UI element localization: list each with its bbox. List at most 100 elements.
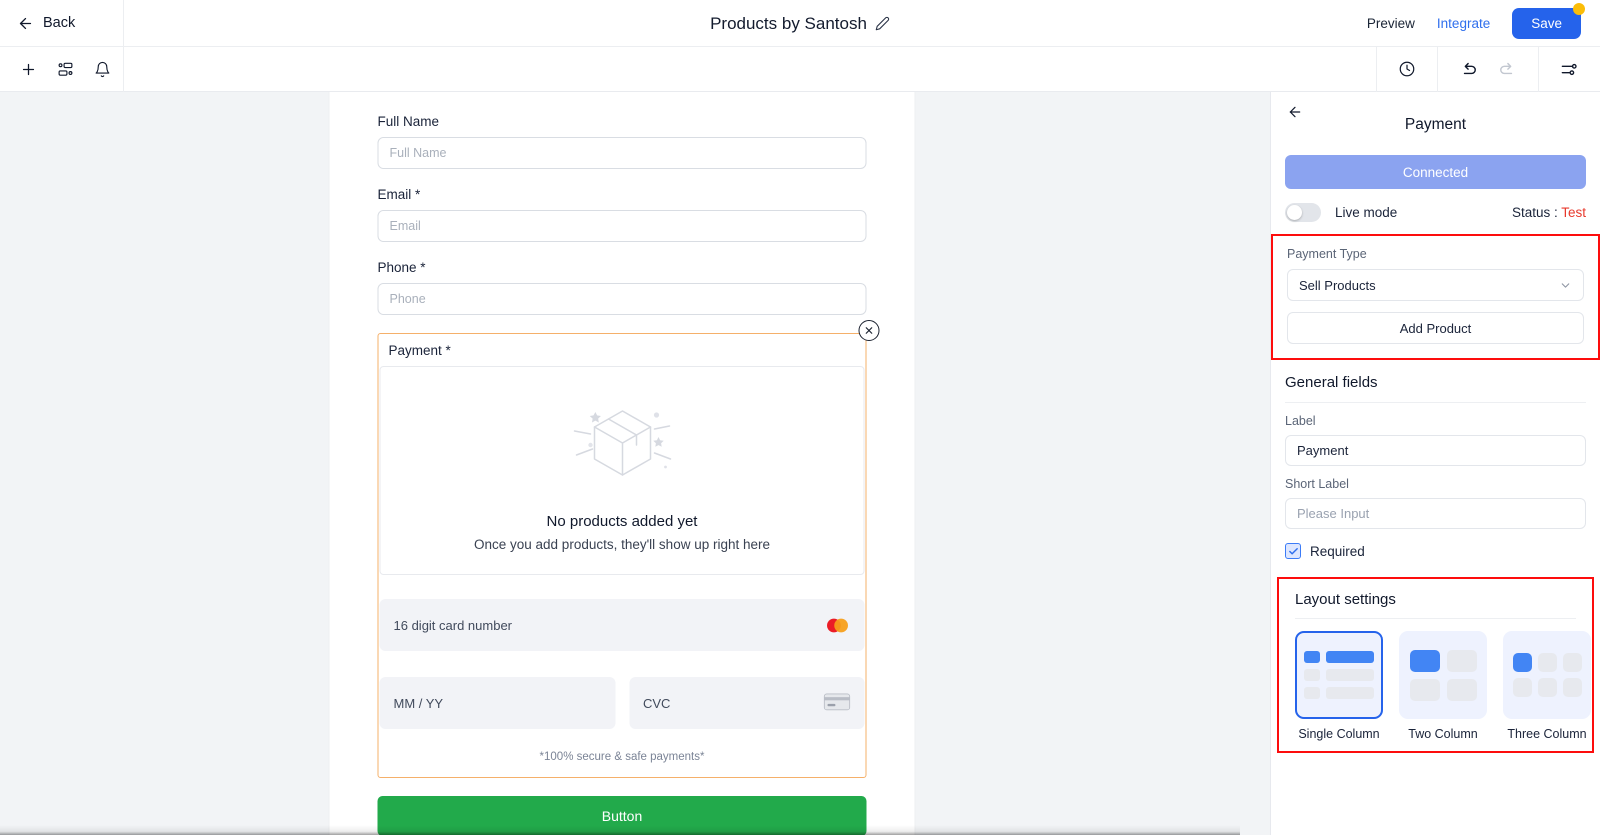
phone-input[interactable] (378, 283, 867, 315)
form-preview-card: Full Name Email * Phone * (330, 92, 915, 835)
live-mode-row: Live mode Status : Test (1271, 189, 1600, 234)
preview-button[interactable]: Preview (1367, 16, 1415, 31)
redo-icon[interactable] (1498, 60, 1517, 79)
form-canvas: Full Name Email * Phone * (0, 92, 1270, 835)
live-mode-label: Live mode (1335, 205, 1397, 220)
elements-icon[interactable] (57, 61, 74, 78)
payment-type-value: Sell Products (1299, 278, 1376, 293)
form-field-email: Email * (378, 187, 867, 242)
required-checkbox-row[interactable]: Required (1271, 529, 1600, 559)
label-field-label: Label (1285, 414, 1586, 428)
page-title: Products by Santosh (710, 14, 867, 34)
short-label-field-label: Short Label (1285, 477, 1586, 491)
save-button[interactable]: Save (1512, 8, 1581, 39)
bell-icon[interactable] (94, 61, 111, 78)
package-box-icon (391, 393, 854, 493)
layout-options: Single Column Two Column (1287, 631, 1584, 741)
header-actions: Preview Integrate Save (1367, 0, 1600, 47)
card-expiry-cvc-row: MM / YY CVC (380, 677, 865, 729)
check-icon (1288, 546, 1299, 557)
integrate-button[interactable]: Integrate (1437, 16, 1490, 31)
plus-icon[interactable] (20, 61, 37, 78)
toggle-knob (1287, 205, 1302, 220)
field-label: Email * (378, 187, 867, 202)
expiry-placeholder: MM / YY (394, 696, 602, 711)
credit-card-icon (824, 692, 851, 714)
general-fields-title: General fields (1271, 360, 1600, 402)
properties-panel: Payment Connected Live mode Status : Tes… (1270, 92, 1600, 835)
payment-type-label: Payment Type (1287, 247, 1584, 261)
layout-option-label: Three Column (1503, 727, 1591, 741)
pencil-icon[interactable] (875, 16, 890, 31)
layout-option-label: Single Column (1295, 727, 1383, 741)
layout-option-two-column[interactable]: Two Column (1399, 631, 1487, 741)
payment-field-label: Payment * (379, 343, 866, 366)
undo-icon[interactable] (1459, 60, 1478, 79)
notification-dot (1573, 3, 1585, 15)
layout-settings-inner: Layout settings Single Column (1279, 579, 1592, 751)
email-input[interactable] (378, 210, 867, 242)
top-header: Back Products by Santosh Preview Integra… (0, 0, 1600, 47)
editor-toolbar (0, 47, 1600, 92)
card-number-input[interactable]: 16 digit card number (380, 599, 865, 651)
empty-products-state: No products added yet Once you add produ… (380, 366, 865, 575)
connected-button[interactable]: Connected (1285, 155, 1586, 189)
layout-settings-title: Layout settings (1287, 587, 1584, 618)
live-mode-toggle[interactable] (1285, 203, 1321, 222)
panel-title: Payment (1285, 104, 1586, 134)
three-column-glyph (1513, 653, 1582, 697)
arrow-left-icon (17, 15, 34, 32)
card-expiry-input[interactable]: MM / YY (380, 677, 616, 729)
back-button[interactable]: Back (0, 0, 124, 47)
panel-header: Payment (1271, 92, 1600, 140)
back-label: Back (43, 15, 75, 31)
full-name-input[interactable] (378, 137, 867, 169)
label-input[interactable] (1285, 435, 1586, 466)
payment-type-select[interactable]: Sell Products (1287, 269, 1584, 301)
add-product-button[interactable]: Add Product (1287, 312, 1584, 344)
three-column-icon (1503, 631, 1591, 719)
payment-field-block[interactable]: Payment * (378, 333, 867, 778)
cvc-placeholder: CVC (643, 696, 824, 711)
layout-settings-section: Layout settings Single Column (1277, 577, 1594, 753)
single-column-icon (1295, 631, 1383, 719)
form-field-phone: Phone * (378, 260, 867, 315)
label-field-group: Label (1271, 403, 1600, 466)
field-label: Full Name (378, 114, 867, 129)
required-marker: * (417, 260, 426, 275)
panel-back-icon[interactable] (1287, 104, 1303, 120)
app-root: Back Products by Santosh Preview Integra… (0, 0, 1600, 835)
required-checkbox-label: Required (1310, 544, 1365, 559)
save-button-wrap: Save (1512, 8, 1581, 39)
toolbar-left-group (0, 47, 124, 92)
required-marker: * (442, 343, 451, 358)
sliders-icon[interactable] (1560, 60, 1579, 79)
mastercard-icon (825, 617, 851, 634)
card-number-placeholder: 16 digit card number (394, 618, 825, 633)
close-circle-icon[interactable] (859, 320, 880, 341)
card-cvc-input[interactable]: CVC (629, 677, 865, 729)
status-badge: Status : Test (1512, 205, 1586, 220)
payment-type-section: Payment Type Sell Products Add Product (1271, 234, 1600, 360)
document-title-area: Products by Santosh (0, 0, 1600, 47)
short-label-field-group: Short Label (1271, 466, 1600, 529)
empty-state-title: No products added yet (391, 513, 854, 530)
two-column-glyph (1410, 650, 1477, 701)
settings-group (1538, 47, 1600, 92)
field-label: Phone * (378, 260, 867, 275)
form-field-full-name: Full Name (378, 114, 867, 169)
single-column-glyph (1304, 651, 1374, 699)
chevron-down-icon (1559, 279, 1572, 292)
required-checkbox[interactable] (1285, 543, 1301, 559)
undo-redo-group (1437, 47, 1538, 92)
short-label-input[interactable] (1285, 498, 1586, 529)
secure-payments-note: *100% secure & safe payments* (380, 729, 865, 777)
required-marker: * (411, 187, 420, 202)
toolbar-right-group (1376, 47, 1600, 92)
status-value: Test (1561, 205, 1586, 220)
layout-option-single-column[interactable]: Single Column (1295, 631, 1383, 741)
layout-option-three-column[interactable]: Three Column (1503, 631, 1591, 741)
history-clock-icon[interactable] (1398, 60, 1416, 78)
editor-body: Full Name Email * Phone * (0, 92, 1600, 835)
submit-button[interactable]: Button (378, 796, 867, 835)
